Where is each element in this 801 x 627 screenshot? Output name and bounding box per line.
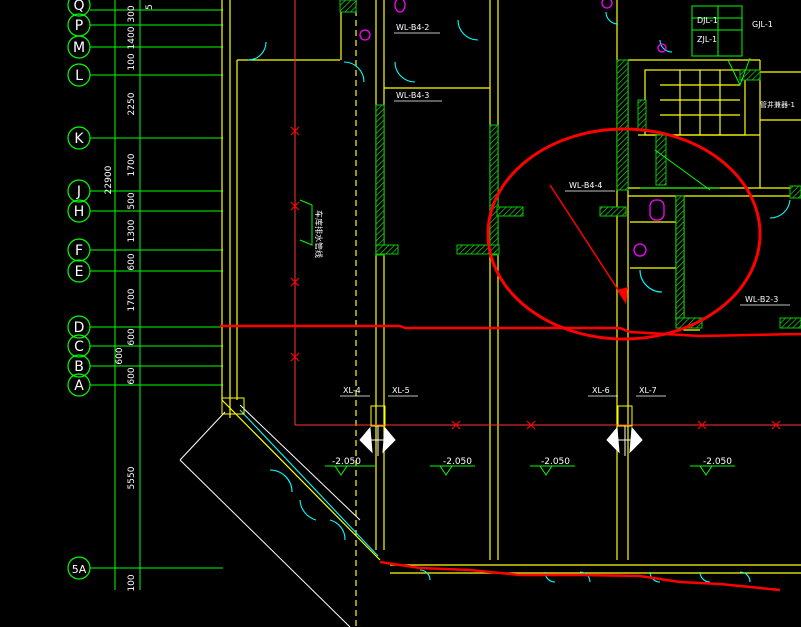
riser-symbols: [221, 397, 643, 456]
diagonal-outline: [179, 0, 361, 627]
grid-bubble-e: E: [67, 259, 91, 283]
pipe-lines: [294, 0, 801, 426]
svg-text:1300: 1300: [127, 219, 137, 242]
elevation-1: -2.050: [332, 457, 361, 467]
tag-wl-b4-2: WL-B4-2: [396, 23, 429, 32]
grid-bubble-l: L: [67, 63, 91, 87]
grid-axes: Q P M L K J H F E D C B A 5A: [67, 0, 223, 580]
svg-text:600: 600: [127, 328, 137, 345]
svg-text:600: 600: [115, 347, 125, 364]
svg-text:2250: 2250: [127, 92, 137, 115]
svg-text:1700: 1700: [127, 153, 137, 176]
svg-text:P: P: [75, 18, 83, 34]
grid-bubble-a: A: [67, 373, 91, 397]
svg-text:J: J: [76, 184, 81, 200]
tag-wl-b2-3: WL-B2-3: [745, 295, 778, 304]
elevation-2: -2.050: [443, 457, 472, 467]
floor-plan-svg: Q P M L K J H F E D C B A 5A 300 5 1400 …: [67, 0, 801, 627]
grid-bubble-k: K: [67, 126, 91, 150]
grid-bubble-m: M: [67, 35, 91, 59]
elevation-4: -2.050: [703, 457, 732, 467]
grid-bubble-j: J: [67, 179, 91, 203]
tag-djl-1: DJL-1: [697, 16, 718, 25]
svg-text:E: E: [75, 264, 84, 280]
grid-bubble-c: C: [67, 334, 91, 358]
svg-text:5550: 5550: [127, 466, 137, 489]
pipe-x-marks: [290, 126, 781, 430]
svg-text:D: D: [74, 320, 85, 336]
cad-drawing-canvas[interactable]: Q P M L K J H F E D C B A 5A 300 5 1400 …: [0, 0, 801, 627]
tag-xl-5: XL-5: [392, 386, 410, 395]
svg-text:Q: Q: [73, 0, 84, 14]
svg-text:5: 5: [145, 4, 155, 10]
tag-xl-6: XL-6: [592, 386, 610, 395]
tag-stair-note: 管井兼器-1: [760, 100, 795, 109]
svg-text:22900: 22900: [104, 165, 114, 194]
svg-text:500: 500: [127, 192, 137, 209]
svg-text:F: F: [75, 243, 83, 259]
svg-text:L: L: [75, 68, 83, 84]
dimension-chains: 300 5 1400 100 2250 1700 500 1300 600 17…: [104, 0, 155, 592]
grid-bubble-h: H: [67, 199, 91, 223]
svg-text:1400: 1400: [127, 26, 137, 49]
svg-text:C: C: [74, 339, 84, 355]
tag-zjl-1: ZJL-1: [697, 35, 717, 44]
elevation-markers: [325, 465, 735, 476]
svg-text:600: 600: [127, 367, 137, 384]
tag-gjl-1: GJL-1: [752, 20, 773, 29]
svg-text:300: 300: [127, 5, 137, 22]
hatched-columns: [339, 0, 801, 329]
svg-text:100: 100: [127, 53, 137, 70]
svg-text:H: H: [74, 204, 85, 220]
tag-wl-b4-3: WL-B4-3: [396, 91, 429, 100]
svg-text:B: B: [74, 359, 84, 375]
svg-text:A: A: [74, 378, 84, 394]
tag-xl-4: XL-4: [343, 386, 361, 395]
tag-xl-7: XL-7: [639, 386, 657, 395]
grid-bubble-5a: 5A: [67, 556, 91, 580]
svg-text:100: 100: [127, 574, 137, 591]
tag-wl-b4-4: WL-B4-4: [569, 181, 602, 190]
svg-text:600: 600: [127, 253, 137, 270]
svg-text:M: M: [73, 40, 85, 56]
svg-text:K: K: [74, 131, 84, 147]
review-markup: [220, 127, 801, 592]
vertical-note: 车库排水管线: [314, 210, 324, 258]
svg-text:1700: 1700: [127, 288, 137, 311]
svg-text:5A: 5A: [72, 563, 87, 576]
grid-bubble-p: P: [67, 13, 91, 37]
grid-bubble-f: F: [67, 238, 91, 262]
elevation-3: -2.050: [541, 457, 570, 467]
